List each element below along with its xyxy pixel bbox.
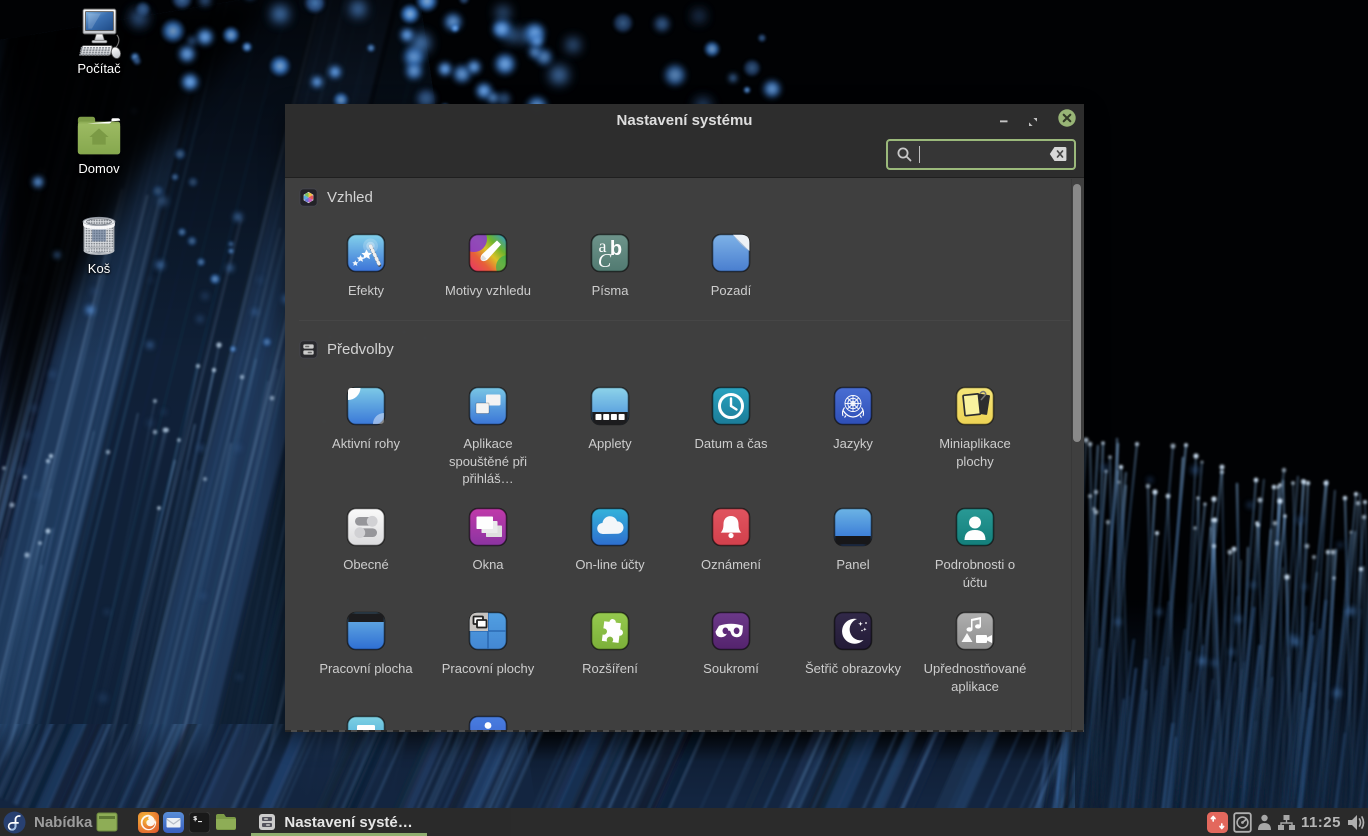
svg-text:b: b	[610, 238, 622, 260]
svg-text:C: C	[598, 250, 612, 272]
